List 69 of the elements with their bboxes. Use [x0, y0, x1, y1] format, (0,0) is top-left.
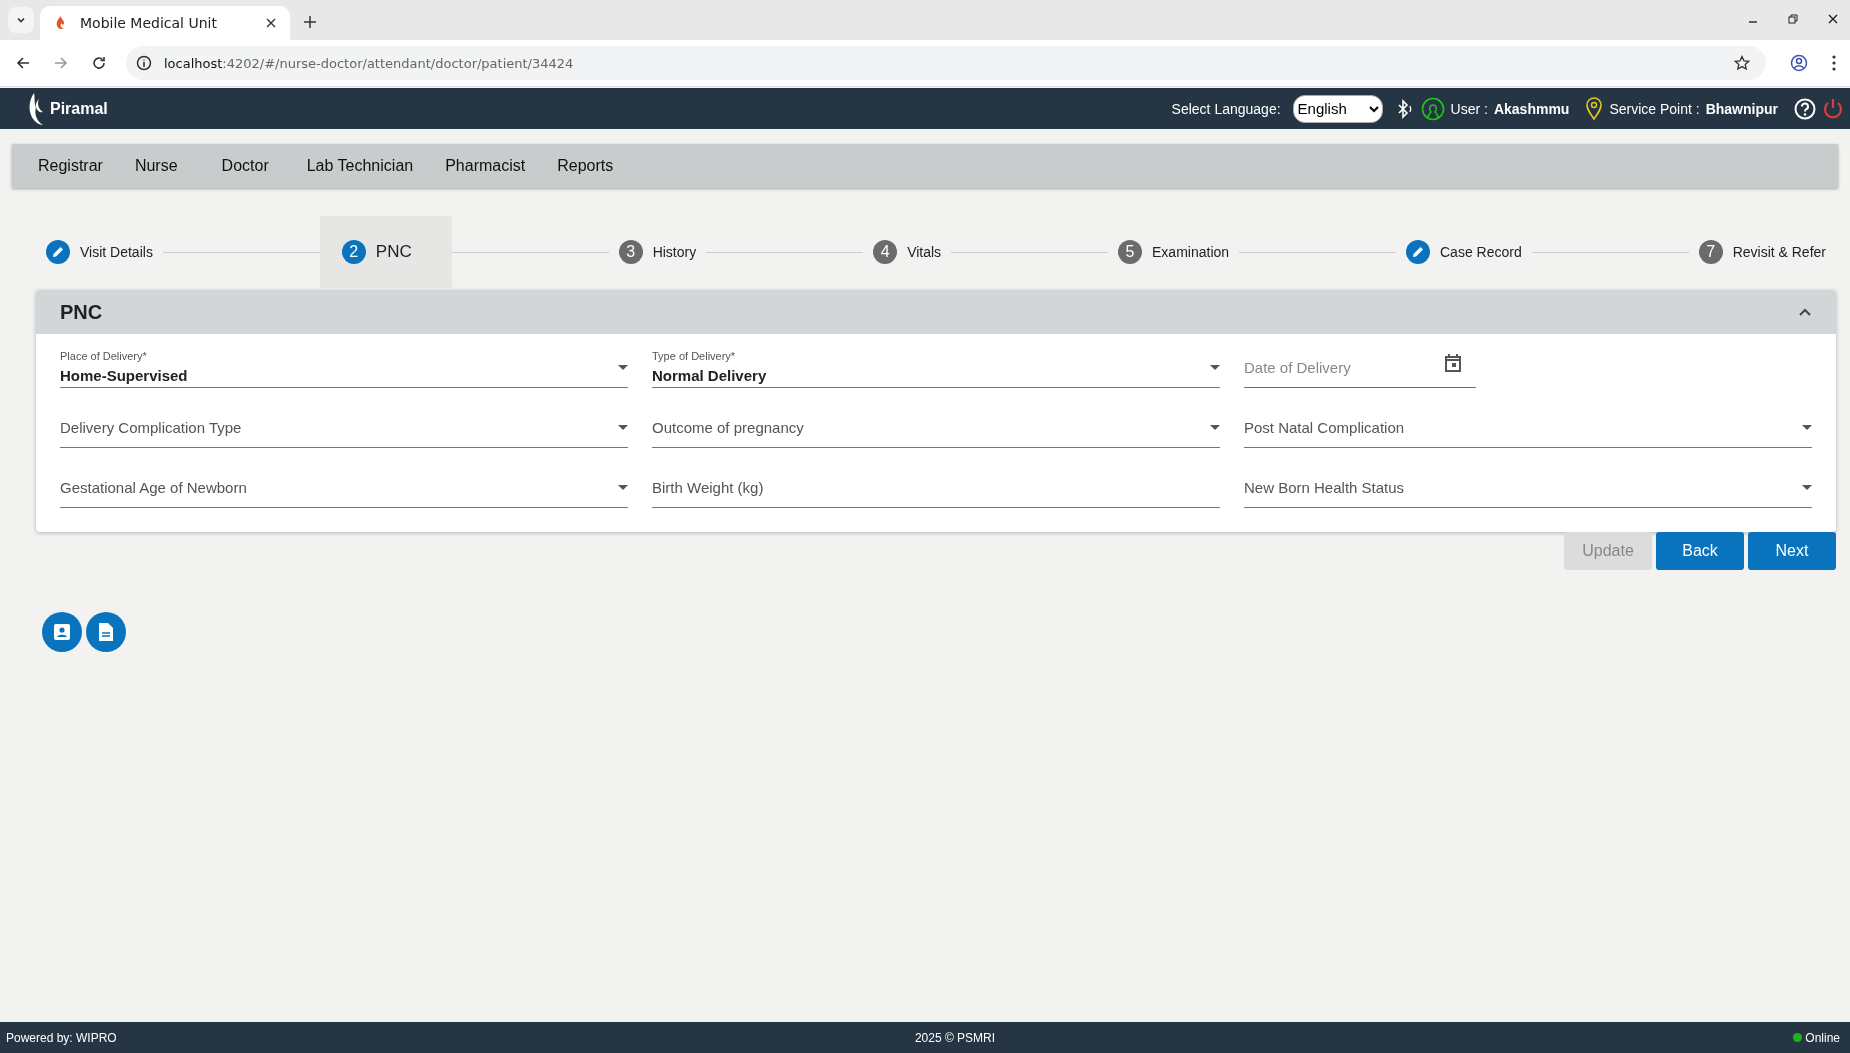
caret-icon[interactable] — [1802, 485, 1812, 491]
menu-item[interactable]: Lab Technician — [290, 157, 430, 175]
profile-icon[interactable] — [1790, 54, 1808, 72]
caret-icon[interactable] — [618, 365, 628, 371]
stepper-step[interactable]: 5 Examination — [1108, 216, 1240, 288]
action-button[interactable]: Next — [1748, 532, 1836, 570]
menu-item[interactable]: Reports — [541, 157, 630, 175]
help-icon[interactable] — [1794, 97, 1816, 120]
close-icon[interactable] — [1828, 14, 1838, 24]
form-field[interactable]: Outcome of pregnancy — [652, 400, 1220, 448]
language-label: Select Language: — [1171, 100, 1281, 117]
browser-tab[interactable]: Mobile Medical Unit — [40, 6, 290, 40]
menu-item[interactable]: Registrar — [22, 157, 119, 175]
back-arrow-icon[interactable] — [16, 56, 30, 70]
step-number: 7 — [1698, 240, 1723, 264]
stepper-step[interactable]: 4 Vitals — [863, 216, 952, 288]
status-text: Online — [1805, 1030, 1840, 1045]
more-vert-icon[interactable] — [1832, 55, 1836, 71]
step-number: 4 — [873, 240, 898, 264]
reload-icon[interactable] — [92, 56, 106, 70]
close-icon[interactable] — [266, 18, 276, 28]
forward-arrow-icon[interactable] — [54, 56, 68, 70]
stepper-step[interactable]: 3 History — [608, 216, 707, 288]
id-card-icon[interactable] — [42, 612, 82, 652]
section-title: PNC — [60, 300, 103, 324]
service-point-label: Service Point : — [1609, 100, 1700, 117]
caret-icon[interactable] — [1210, 425, 1220, 431]
document-icon[interactable] — [86, 612, 126, 652]
powered-by-text: Powered by: WIPRO — [6, 1030, 117, 1045]
form-field[interactable]: Date of Delivery — [1244, 340, 1476, 388]
service-point-name: Bhawnipur — [1705, 100, 1778, 117]
user-label: User : — [1450, 100, 1488, 117]
url-text: localhost:4202/#/nurse-doctor/attendant/doctor/patient/34424 — [164, 55, 574, 71]
form-field[interactable]: Delivery Complication Type — [60, 400, 628, 448]
step-number: 3 — [618, 240, 643, 264]
stepper-step[interactable]: Visit Details — [36, 216, 163, 288]
restore-icon[interactable] — [1788, 14, 1798, 24]
form-field[interactable]: Birth Weight (kg) — [652, 460, 1220, 508]
caret-icon[interactable] — [618, 425, 628, 431]
action-button[interactable]: Back — [1656, 532, 1744, 570]
new-tab-icon[interactable] — [304, 16, 316, 28]
stepper-step[interactable]: 2 PNC — [319, 216, 452, 288]
caret-icon[interactable] — [618, 485, 628, 491]
location-pin-icon — [1585, 96, 1604, 121]
form-field[interactable]: Gestational Age of Newborn — [60, 460, 628, 508]
user-icon — [1420, 96, 1445, 121]
star-icon[interactable] — [1734, 55, 1750, 71]
menu-item[interactable]: Doctor — [205, 157, 291, 175]
menu-item[interactable]: Nurse — [118, 157, 206, 175]
calendar-icon[interactable] — [1444, 353, 1462, 373]
stepper-step[interactable]: Case Record — [1396, 216, 1532, 288]
form-field[interactable]: Post Natal Complication — [1244, 400, 1812, 448]
stepper-step[interactable]: 7 Revisit & Refer — [1688, 216, 1836, 288]
copyright-text: 2025 © PSMRI — [914, 1030, 996, 1045]
menu-item[interactable]: Pharmacist — [429, 157, 542, 175]
power-icon[interactable] — [1822, 97, 1844, 120]
language-select[interactable]: English — [1292, 94, 1383, 123]
step-number: 5 — [1118, 240, 1143, 264]
caret-icon[interactable] — [1802, 425, 1812, 431]
brand-name: Piramal — [50, 99, 108, 118]
step-number: 2 — [341, 240, 366, 264]
form-field[interactable]: New Born Health Status — [1244, 460, 1812, 508]
form-field[interactable]: Place of Delivery* Home-Supervised — [60, 340, 628, 388]
user-name: Akashmmu — [1493, 100, 1570, 117]
caret-icon[interactable] — [1210, 365, 1220, 371]
address-bar[interactable]: localhost:4202/#/nurse-doctor/attendant/doctor/patient/34424 — [126, 46, 1766, 80]
chevron-icon[interactable] — [1798, 307, 1812, 317]
form-field[interactable]: Type of Delivery* Normal Delivery — [652, 340, 1220, 388]
info-icon — [136, 55, 152, 71]
